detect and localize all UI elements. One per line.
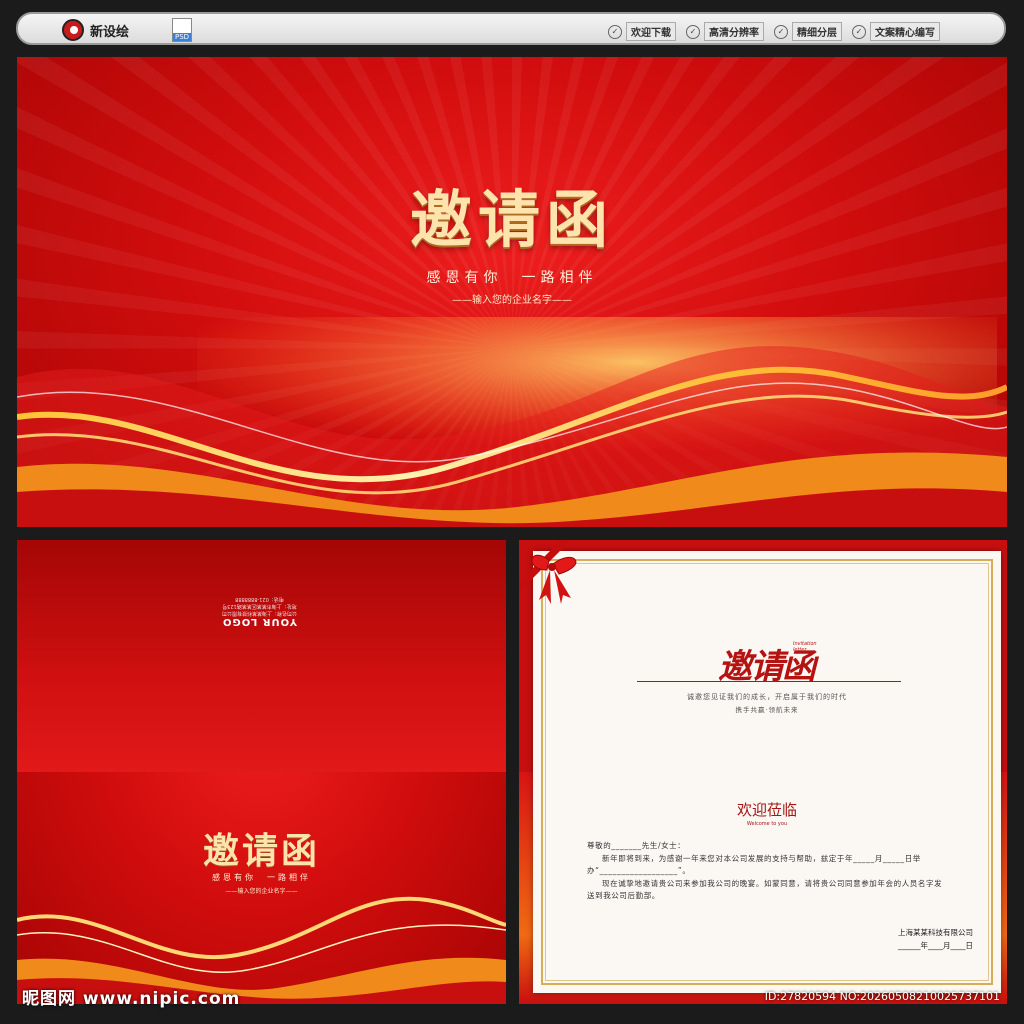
feature-label: 文案精心编写 (870, 22, 940, 41)
watermark-site: 昵图网 www.nipic.com (22, 989, 241, 1009)
signature-company: 上海某某科技有限公司 (898, 928, 973, 937)
letter-preview: 邀请函 Invitation letter 诚邀您见证我们的成长，开启属于我们的… (519, 540, 1007, 1004)
cover-preview: 邀请函 感恩有你 一路相伴 ——输入您的企业名字—— (17, 57, 1007, 527)
logo-info-line: 地址：上海市某某区某某路123号 (222, 603, 297, 609)
feature-label: 欢迎下载 (626, 22, 676, 41)
cover-company-name: ——输入您的企业名字—— (452, 295, 572, 306)
invitation-card: 邀请函 Invitation letter 诚邀您见证我们的成长，开启属于我们的… (533, 551, 1001, 993)
greeting: 尊敬的_______先生/女士： (587, 841, 686, 850)
check-icon: ✓ (774, 24, 788, 39)
golden-wave-graphic (17, 317, 1007, 527)
brand-name: 新设绘 (90, 24, 130, 40)
feature-item: ✓ 文案精心编写 (852, 22, 940, 41)
back-top-half (17, 540, 506, 772)
letter-heading-en: Invitation letter (793, 641, 817, 653)
signature-date: ______年____月____日 (898, 941, 973, 950)
signature-block: 上海某某科技有限公司 ______年____月____日 (833, 926, 973, 952)
feature-item: ✓ 精细分层 (774, 22, 842, 41)
cover-title: 邀请函 (409, 183, 614, 256)
brand-logo-icon (62, 19, 84, 41)
psd-file-icon: PSD (172, 18, 192, 42)
intro-line: 携手共赢·领航未来 (735, 706, 799, 714)
brand[interactable]: 新设绘 (62, 19, 129, 41)
feature-label: 精细分层 (792, 22, 842, 41)
check-icon: ✓ (852, 24, 866, 39)
heading-en-line: letter (793, 647, 807, 653)
feature-label: 高清分辨率 (704, 22, 764, 41)
check-icon: ✓ (686, 24, 700, 39)
back-subtitle: 感恩有你 一路相伴 (212, 873, 311, 882)
back-cover-preview: YOUR LOGO 公司名称：上海某某科技有限公司 地址：上海市某某区某某路12… (17, 540, 506, 1004)
welcome-heading-en: Welcome to you (746, 821, 788, 827)
body-paragraph: 现在诚挚地邀请贵公司来参加我公司的晚宴。如蒙同意，请将贵公司同意参加年会的人员名… (587, 878, 943, 901)
feature-item: ✓ 高清分辨率 (686, 22, 764, 41)
feature-list: ✓ 欢迎下载 ✓ 高清分辨率 ✓ 精细分层 ✓ 文案精心编写 (608, 22, 940, 41)
welcome-heading: 欢迎莅临 (736, 801, 797, 819)
back-company-name: ——输入您的企业名字—— (225, 888, 298, 895)
feature-item: ✓ 欢迎下载 (608, 22, 676, 41)
watermark-id: ID:27820594 NO:20260508210025737101 (764, 990, 1000, 1003)
intro-line: 诚邀您见证我们的成长，开启属于我们的时代 (687, 693, 847, 701)
body-paragraph: 新年即将到来，为感谢一年来您对本公司发展的支持与帮助，兹定于年_____月___… (587, 853, 921, 876)
divider (637, 681, 901, 682)
cover-subtitle: 感恩有你 一路相伴 (426, 270, 598, 286)
red-ribbon-bow-icon (519, 540, 577, 604)
logo-info-line: 公司名称：上海某某科技有限公司 (222, 610, 298, 616)
logo-info-line: 电话：021-8888888 (235, 596, 284, 602)
logo-text: YOUR LOGO (222, 616, 297, 627)
back-title: 邀请函 (202, 830, 320, 872)
rotated-logo-block: YOUR LOGO 公司名称：上海某某科技有限公司 地址：上海市某某区某某路12… (222, 595, 297, 627)
site-header-bar: 新设绘 PSD ✓ 欢迎下载 ✓ 高清分辨率 ✓ 精细分层 ✓ 文案精心编写 (16, 12, 1006, 45)
psd-label: PSD (173, 33, 191, 41)
gold-frame-inner (545, 563, 989, 981)
letter-body: 尊敬的_______先生/女士： 新年即将到来，为感谢一年来您对本公司发展的支持… (587, 840, 947, 903)
check-icon: ✓ (608, 24, 622, 39)
